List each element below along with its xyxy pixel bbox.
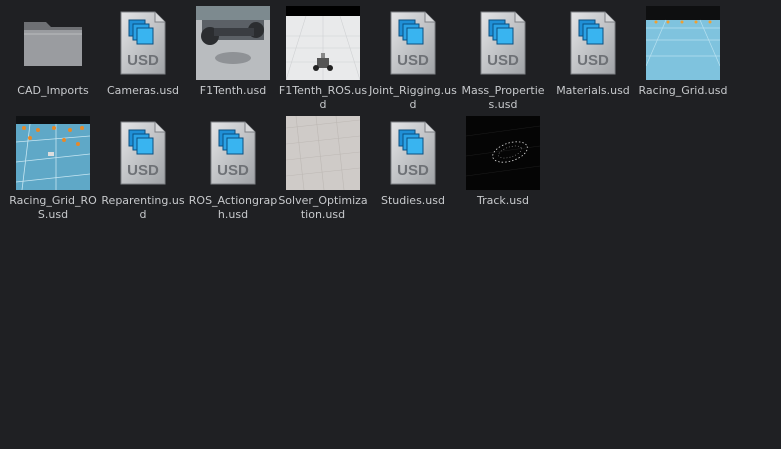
file-tile[interactable]: Racing_Grid.usd (638, 6, 728, 116)
file-tile[interactable]: Racing_Grid_ROS.usd (8, 116, 98, 226)
file-thumbnail[interactable]: USD (376, 6, 450, 80)
file-label: CAD_Imports (17, 84, 89, 97)
track-thumbnail (466, 116, 540, 190)
svg-text:USD: USD (127, 52, 159, 69)
file-thumbnail[interactable]: USD (556, 6, 630, 80)
file-label: Studies.usd (381, 194, 445, 207)
file-thumbnail[interactable] (646, 6, 720, 80)
file-tile[interactable]: Solver_Optimization.usd (278, 116, 368, 226)
svg-text:USD: USD (397, 162, 429, 179)
file-tile[interactable]: Track.usd (458, 116, 548, 226)
usd-file-icon: USD (389, 120, 437, 186)
file-label: F1Tenth.usd (199, 84, 267, 97)
usd-file-icon: USD (569, 10, 617, 76)
file-label: Joint_Rigging.usd (369, 84, 457, 111)
racing-grid-thumbnail (646, 6, 720, 80)
svg-text:USD: USD (397, 52, 429, 69)
file-tile[interactable]: USD Studies.usd (368, 116, 458, 226)
file-thumbnail[interactable]: USD (196, 116, 270, 190)
file-label: Racing_Grid.usd (638, 84, 728, 97)
file-label: Track.usd (477, 194, 529, 207)
file-thumbnail[interactable] (16, 116, 90, 190)
folder-icon (24, 22, 82, 66)
file-tile[interactable]: CAD_Imports (8, 6, 98, 116)
svg-text:USD: USD (217, 162, 249, 179)
file-label: Solver_Optimization.usd (278, 194, 368, 221)
floor-grid-thumbnail (286, 116, 360, 190)
file-label: Reparenting.usd (101, 194, 185, 221)
file-thumbnail[interactable] (466, 116, 540, 190)
usd-file-icon: USD (389, 10, 437, 76)
file-thumbnail[interactable]: USD (466, 6, 540, 80)
file-tile[interactable]: USD Reparenting.usd (98, 116, 188, 226)
file-tile[interactable]: F1Tenth_ROS.usd (278, 6, 368, 116)
file-label: Materials.usd (556, 84, 630, 97)
file-label: F1Tenth_ROS.usd (278, 84, 368, 111)
robot-thumbnail (286, 6, 360, 80)
file-thumbnail[interactable]: USD (376, 116, 450, 190)
file-tile[interactable]: USD Materials.usd (548, 6, 638, 116)
file-tile[interactable]: USD Mass_Properties.usd (458, 6, 548, 116)
usd-file-icon: USD (479, 10, 527, 76)
svg-text:USD: USD (487, 52, 519, 69)
file-tile[interactable]: USD Cameras.usd (98, 6, 188, 116)
file-tile[interactable]: USD Joint_Rigging.usd (368, 6, 458, 116)
file-label: Cameras.usd (106, 84, 180, 97)
file-thumbnail[interactable] (286, 116, 360, 190)
file-thumbnail[interactable] (196, 6, 270, 80)
car-thumbnail (196, 6, 270, 80)
file-thumbnail[interactable] (16, 6, 90, 80)
usd-file-icon: USD (119, 120, 167, 186)
file-label: Racing_Grid_ROS.usd (9, 194, 97, 221)
usd-file-icon: USD (119, 10, 167, 76)
svg-text:USD: USD (577, 52, 609, 69)
content-grid: CAD_Imports USD Cameras.usd F1Tenth.usd (8, 6, 773, 226)
usd-file-icon: USD (209, 120, 257, 186)
file-tile[interactable]: USD ROS_Actiongraph.usd (188, 116, 278, 226)
racing-grid-ros-thumbnail (16, 116, 90, 190)
file-tile[interactable]: F1Tenth.usd (188, 6, 278, 116)
file-label: ROS_Actiongraph.usd (188, 194, 278, 221)
file-thumbnail[interactable]: USD (106, 6, 180, 80)
file-label: Mass_Properties.usd (461, 84, 545, 111)
file-thumbnail[interactable]: USD (106, 116, 180, 190)
file-thumbnail[interactable] (286, 6, 360, 80)
svg-text:USD: USD (127, 162, 159, 179)
